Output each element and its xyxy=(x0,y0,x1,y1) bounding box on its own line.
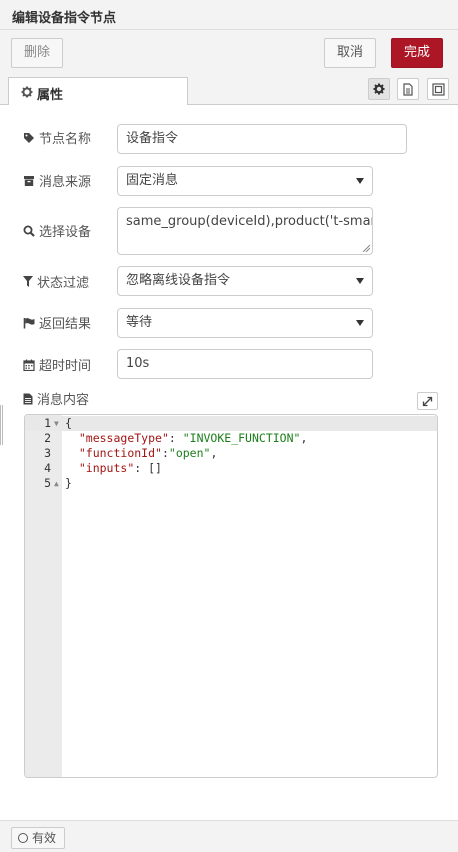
document-icon xyxy=(403,83,413,96)
return-result-value: 等待 xyxy=(126,315,153,330)
node-name-input[interactable]: 设备指令 xyxy=(117,124,407,154)
code-text: "functionId":"open", xyxy=(78,446,218,460)
node-settings-tab-button[interactable] xyxy=(368,78,390,100)
message-source-value: 固定消息 xyxy=(126,173,179,188)
line-number: 3 xyxy=(44,446,51,460)
resize-grip-icon[interactable] xyxy=(362,244,370,252)
message-source-select[interactable]: 固定消息 xyxy=(117,166,373,196)
line-number: 1 xyxy=(44,416,51,430)
delete-button[interactable]: 删除 xyxy=(11,38,63,68)
code-text: "inputs": [] xyxy=(78,461,162,475)
circle-icon xyxy=(18,833,28,843)
description-tab-button[interactable] xyxy=(397,78,419,100)
tab-properties[interactable]: 属性 xyxy=(8,77,188,106)
message-source-label-text: 消息来源 xyxy=(39,175,92,190)
properties-form: 节点名称 设备指令 消息来源 固定消息 选择设备 same_group(devi… xyxy=(0,105,458,820)
code-text: { xyxy=(65,416,72,430)
chevron-down-icon xyxy=(356,278,364,284)
select-device-label: 选择设备 xyxy=(23,221,91,240)
fold-toggle-icon[interactable]: ▼ xyxy=(54,416,59,431)
resize-handle[interactable] xyxy=(0,405,3,445)
timeout-input[interactable]: 10s xyxy=(117,349,373,379)
file-text-icon xyxy=(23,393,33,404)
line-number: 2 xyxy=(44,431,51,445)
message-content-label-text: 消息内容 xyxy=(37,393,90,408)
editor-line: 4 "inputs": [] xyxy=(25,461,437,476)
enabled-toggle-button[interactable]: 有效 xyxy=(11,827,65,849)
chevron-down-icon xyxy=(356,178,364,184)
message-source-label: 消息来源 xyxy=(23,171,91,190)
dialog-footer: 有效 xyxy=(0,820,458,852)
frame-icon xyxy=(432,83,445,96)
flag-icon xyxy=(23,317,35,328)
archive-icon xyxy=(24,175,34,186)
select-device-value: same_group(deviceId),product('t-smart-ac… xyxy=(126,214,373,229)
code-text: "messageType": "INVOKE_FUNCTION", xyxy=(78,431,308,445)
editor-line: 2 "messageType": "INVOKE_FUNCTION", xyxy=(25,431,437,446)
gear-icon xyxy=(21,86,33,98)
editor-line: 5 ▲ } xyxy=(25,476,437,491)
dialog-toolbar: 删除 取消 完成 xyxy=(0,30,458,75)
return-result-label: 返回结果 xyxy=(23,313,91,332)
cancel-button[interactable]: 取消 xyxy=(324,38,376,68)
code-text: } xyxy=(65,476,72,490)
select-device-label-text: 选择设备 xyxy=(39,225,92,240)
line-number: 4 xyxy=(44,461,51,475)
gear-icon xyxy=(373,83,385,95)
tab-properties-label: 属性 xyxy=(37,88,64,103)
dialog-title: 编辑设备指令节点 xyxy=(12,11,117,26)
node-name-label-text: 节点名称 xyxy=(39,132,92,147)
message-content-label: 消息内容 xyxy=(23,389,89,408)
dialog-header: 编辑设备指令节点 xyxy=(0,0,458,30)
message-content-editor[interactable]: 1 ▼ { 2 "messageType": "INVOKE_FUNCTION"… xyxy=(24,414,438,778)
fold-toggle-icon[interactable]: ▲ xyxy=(54,476,59,491)
appearance-tab-button[interactable] xyxy=(427,78,449,100)
editor-line: 1 ▼ { xyxy=(25,416,437,431)
enabled-toggle-label: 有效 xyxy=(32,831,57,845)
state-filter-select[interactable]: 忽略离线设备指令 xyxy=(117,266,373,296)
tab-bar: 属性 xyxy=(0,75,458,106)
search-icon xyxy=(23,225,35,237)
return-result-label-text: 返回结果 xyxy=(39,317,92,332)
node-name-label: 节点名称 xyxy=(23,128,91,147)
editor-line: 3 "functionId":"open", xyxy=(25,446,437,461)
tag-icon xyxy=(24,132,34,143)
state-filter-label: 状态过滤 xyxy=(23,272,89,291)
select-device-textarea[interactable]: same_group(deviceId),product('t-smart-ac… xyxy=(117,207,373,255)
filter-icon xyxy=(23,276,33,287)
done-button[interactable]: 完成 xyxy=(391,38,443,68)
line-number: 5 xyxy=(44,476,51,490)
expand-icon xyxy=(422,396,433,407)
expand-editor-button[interactable] xyxy=(417,392,438,410)
timeout-label: 超时时间 xyxy=(23,355,91,374)
calendar-icon xyxy=(23,359,35,371)
return-result-select[interactable]: 等待 xyxy=(117,308,373,338)
timeout-label-text: 超时时间 xyxy=(39,359,92,374)
chevron-down-icon xyxy=(356,320,364,326)
state-filter-value: 忽略离线设备指令 xyxy=(126,273,231,288)
state-filter-label-text: 状态过滤 xyxy=(37,276,90,291)
